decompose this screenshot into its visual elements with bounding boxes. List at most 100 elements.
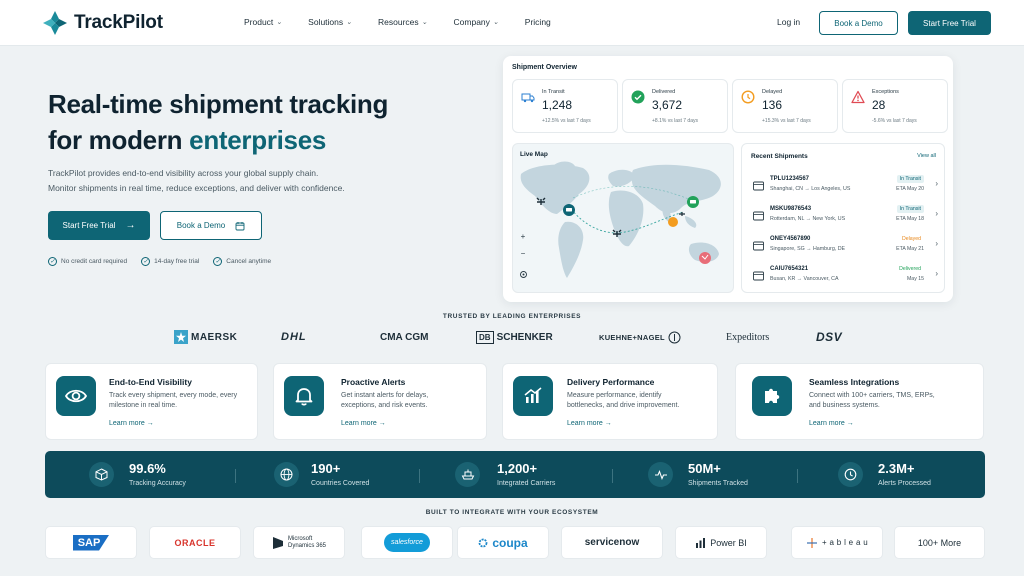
globe-icon <box>274 462 299 487</box>
chevron-right-icon: › <box>935 209 938 218</box>
package-icon <box>753 271 764 281</box>
stats-bar: 99.6% Tracking Accuracy 190+ Countries C… <box>45 451 985 498</box>
chevron-right-icon: › <box>935 239 938 248</box>
check-icon <box>631 90 645 104</box>
stat-card-exceptions[interactable]: Exceptions 28 -5.6% vs last 7 days <box>842 79 948 133</box>
brand-maersk: MAERSK <box>174 330 237 344</box>
package-icon <box>753 211 764 221</box>
chevron-down-icon: ⌄ <box>346 19 353 26</box>
bell-icon <box>284 376 324 416</box>
nav-product[interactable]: Product ⌄ <box>244 17 282 27</box>
check-item: ✓ No credit card required <box>48 257 128 266</box>
check-circle-icon: ✓ <box>48 257 57 266</box>
arrow-right-icon: → <box>125 220 136 231</box>
chevron-down-icon: ⌄ <box>492 19 499 26</box>
locate-icon[interactable] <box>517 268 529 280</box>
learn-more-link[interactable]: Learn more → <box>567 420 612 427</box>
puzzle-icon <box>752 376 792 416</box>
box-icon <box>89 462 114 487</box>
shipment-dashboard: Shipment Overview In Transit 1,248 +12.5… <box>503 56 953 302</box>
brand-kuehne-nagel: KUEHNE+NAGEL <box>599 330 681 344</box>
anchor-icon <box>668 331 681 343</box>
calendar-icon <box>235 221 245 230</box>
integration-oracle[interactable]: ORACLE <box>149 526 241 559</box>
integration-sap[interactable]: SAP <box>45 526 137 559</box>
nav-resources[interactable]: Resources ⌄ <box>378 17 428 27</box>
learn-more-link[interactable]: Learn more → <box>109 420 154 427</box>
ecosystem-heading: BUILT TO INTEGRATE WITH YOUR ECOSYSTEM <box>425 509 599 516</box>
bar-chart-icon <box>513 376 553 416</box>
status-badge: In Transit <box>896 175 924 183</box>
hero-book-demo-button[interactable]: Book a Demo <box>160 211 262 240</box>
stat-card-delayed[interactable]: Delayed 136 +15.3% vs last 7 days <box>732 79 838 133</box>
logo-icon <box>43 11 67 35</box>
hero-title: Real-time shipment tracking for modern e… <box>48 89 389 155</box>
feature-card-visibility[interactable]: End-to-End Visibility Track every shipme… <box>45 363 258 440</box>
integration-salesforce[interactable]: salesforce <box>361 526 453 559</box>
status-badge: In Transit <box>896 205 924 213</box>
maersk-star-icon <box>174 330 188 344</box>
integration-tableau[interactable]: + a b l e a u <box>791 526 883 559</box>
warning-icon <box>851 90 865 104</box>
live-map[interactable]: Live Map + − <box>512 143 734 293</box>
nav-company[interactable]: Company ⌄ <box>454 17 499 27</box>
ship-icon <box>455 462 480 487</box>
eye-icon <box>56 376 96 416</box>
chevron-right-icon: › <box>935 269 938 278</box>
shipment-row[interactable]: TPLU1234567 Shanghai, CN → Los Angeles, … <box>742 172 946 202</box>
zoom-out-button[interactable]: − <box>517 247 529 259</box>
login-link[interactable]: Log in <box>777 17 800 27</box>
tableau-icon <box>807 537 818 548</box>
integration-coupa[interactable]: coupa <box>457 526 549 559</box>
divider <box>235 469 236 483</box>
hero-start-trial-button[interactable]: Start Free Trial → <box>48 211 150 240</box>
shipment-row[interactable]: CAIU7654321 Busan, KR → Vancouver, CA De… <box>742 262 946 292</box>
chevron-down-icon: ⌄ <box>421 19 428 26</box>
world-map <box>520 161 721 278</box>
brand-name: TrackPilot <box>74 12 163 33</box>
zoom-in-button[interactable]: + <box>517 230 529 242</box>
divider <box>419 469 420 483</box>
shipment-row[interactable]: MSKU9876543 Rotterdam, NL → New York, US… <box>742 202 946 232</box>
integration-dynamics[interactable]: Microsoft Dynamics 365 <box>253 526 345 559</box>
brand-schenker: DB SCHENKER <box>476 330 553 344</box>
nav-pricing[interactable]: Pricing <box>525 17 551 27</box>
package-icon <box>753 241 764 251</box>
feature-card-integrations[interactable]: Seamless Integrations Connect with 100+ … <box>735 363 984 440</box>
feature-card-alerts[interactable]: Proactive Alerts Get instant alerts for … <box>273 363 487 440</box>
stat-card-in-transit[interactable]: In Transit 1,248 +12.5% vs last 7 days <box>512 79 618 133</box>
chevron-right-icon: › <box>935 179 938 188</box>
trusted-heading: TRUSTED BY LEADING ENTERPRISES <box>442 313 582 320</box>
integration-servicenow[interactable]: servicenow <box>561 526 663 559</box>
recent-shipments-title: Recent Shipments <box>751 153 808 160</box>
nav-solutions[interactable]: Solutions ⌄ <box>308 17 352 27</box>
integration-powerbi[interactable]: Power BI <box>675 526 767 559</box>
integration-more[interactable]: 100+ More <box>894 526 985 559</box>
status-badge: Delayed <box>901 236 921 242</box>
stat-card-delivered[interactable]: Delivered 3,672 +8.1% vs last 7 days <box>622 79 728 133</box>
view-all-link[interactable]: View all <box>917 153 936 159</box>
shipment-row[interactable]: ONEY4567890 Singapore, SG → Hamburg, DE … <box>742 232 946 262</box>
feature-card-performance[interactable]: Delivery Performance Measure performance… <box>502 363 718 440</box>
truck-icon <box>521 90 535 104</box>
check-circle-icon: ✓ <box>213 257 223 266</box>
start-trial-button[interactable]: Start Free Trial <box>908 11 991 35</box>
check-circle-icon: ✓ <box>141 257 151 266</box>
check-item: ✓ 14-day free trial <box>141 257 200 266</box>
learn-more-link[interactable]: Learn more → <box>341 420 386 427</box>
clock-icon <box>741 90 755 104</box>
dashboard-title: Shipment Overview <box>512 64 577 71</box>
check-item: ✓ Cancel anytime <box>213 257 272 266</box>
brand-cma-cgm: CMA CGM <box>380 331 429 343</box>
hero-title-accent: enterprises <box>189 125 327 155</box>
hero-checks: ✓ No credit card required ✓ 14-day free tr… <box>48 257 271 266</box>
learn-more-link[interactable]: Learn more → <box>809 420 854 427</box>
pulse-icon <box>648 462 673 487</box>
status-badge: Delivered <box>899 266 921 272</box>
brand-logo[interactable]: TrackPilot <box>42 10 163 36</box>
book-demo-button[interactable]: Book a Demo <box>819 11 898 35</box>
nav-links: Product ⌄ Solutions ⌄ Resources ⌄ Company ⌄ … <box>244 17 551 27</box>
top-nav: TrackPilot Product ⌄ Solutions ⌄ Resources… <box>0 0 1024 46</box>
db-logo-icon: DB <box>476 330 494 344</box>
hero-description: TrackPilot provides end-to-end visibilit… <box>48 168 345 193</box>
